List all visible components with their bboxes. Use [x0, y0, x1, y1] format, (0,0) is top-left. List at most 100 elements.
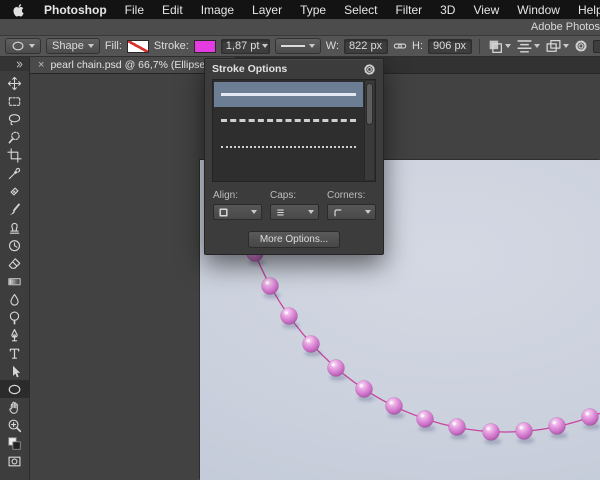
chevron-down-icon	[262, 44, 269, 48]
menu-photoshop[interactable]: Photoshop	[35, 3, 116, 17]
align-edges-checkbox[interactable]	[593, 39, 600, 53]
quick-selection-tool[interactable]	[0, 128, 29, 146]
chevron-down-icon	[308, 44, 315, 48]
ellipse-preset-icon	[11, 39, 25, 53]
solid-line-preview	[221, 93, 356, 96]
caps-dropdown-label: Caps:	[270, 190, 297, 201]
stroke-type-preview	[280, 45, 305, 47]
height-label: H:	[412, 40, 424, 52]
menu-view[interactable]: View	[464, 3, 508, 17]
menu-window[interactable]: Window	[508, 3, 569, 17]
caps-icon	[275, 207, 286, 218]
menu-layer[interactable]: Layer	[243, 3, 291, 17]
stroke-caps-select[interactable]	[270, 204, 319, 220]
menu-edit[interactable]: Edit	[153, 3, 192, 17]
document-tab-title: pearl chain.psd @ 66,7% (Ellipse 1, P	[50, 59, 227, 71]
dashed-line-preview	[221, 119, 356, 122]
stroke-options-panel: Stroke Options Align: Caps: Corners: Mor…	[204, 58, 384, 255]
apple-icon[interactable]	[12, 3, 25, 17]
panel-header: Stroke Options	[205, 59, 383, 79]
panel-title: Stroke Options	[212, 63, 288, 75]
stroke-align-select[interactable]	[213, 204, 262, 220]
scrollbar-thumb[interactable]	[366, 83, 373, 125]
path-alignment-button[interactable]	[516, 38, 533, 55]
menu-help[interactable]: Help	[569, 3, 600, 17]
align-dropdown-label: Align:	[213, 190, 239, 201]
stroke-type-select[interactable]	[274, 38, 321, 54]
marquee-tool[interactable]	[0, 92, 29, 110]
photoshop-window: { "menu_bar": { "items": [ {"label":"Pho…	[0, 0, 600, 480]
blur-tool[interactable]	[0, 290, 29, 308]
scrollbar[interactable]	[364, 81, 374, 180]
panel-controls: Align: Caps: Corners:	[205, 182, 383, 220]
geometry-options-gear-icon[interactable]	[574, 39, 588, 53]
chevron-down-icon	[563, 44, 570, 48]
brush-tool[interactable]	[0, 200, 29, 218]
stroke-label: Stroke:	[153, 40, 189, 52]
fill-swatch[interactable]	[126, 39, 149, 53]
tool-mode-select[interactable]: Shape	[46, 38, 100, 54]
pen-tool[interactable]	[0, 326, 29, 344]
foreground-background-colors[interactable]	[0, 434, 29, 452]
close-icon[interactable]: ×	[38, 59, 44, 71]
collapse-panel[interactable]	[0, 57, 29, 71]
link-dimensions-icon[interactable]	[393, 39, 407, 53]
menu-items: Photoshop File Edit Image Layer Type Select Fil…	[35, 3, 600, 17]
shape-height-input[interactable]: 906 px	[428, 38, 473, 54]
hand-tool[interactable]	[0, 398, 29, 416]
chevron-down-icon	[505, 44, 512, 48]
stroke-style-dashed[interactable]	[214, 108, 363, 133]
corners-icon	[332, 207, 343, 218]
history-brush-tool[interactable]	[0, 236, 29, 254]
chevron-down-icon	[87, 44, 94, 48]
tool-mode-value: Shape	[52, 40, 84, 52]
dotted-line-preview	[221, 145, 356, 148]
menu-filter[interactable]: Filter	[386, 3, 431, 17]
tool-preset-picker[interactable]	[5, 38, 41, 54]
menu-select[interactable]: Select	[335, 3, 386, 17]
eraser-tool[interactable]	[0, 254, 29, 272]
eyedropper-tool[interactable]	[0, 164, 29, 182]
stroke-style-list	[212, 79, 376, 182]
menu-3d[interactable]: 3D	[431, 3, 464, 17]
options-bar: Shape Fill: Stroke: 1,87 pt W: 822 px H:…	[0, 36, 600, 57]
stroke-style-solid[interactable]	[214, 82, 363, 107]
stroke-style-dotted[interactable]	[214, 134, 363, 159]
clone-stamp-tool[interactable]	[0, 218, 29, 236]
pearls	[246, 244, 600, 445]
lasso-tool[interactable]	[0, 110, 29, 128]
stroke-swatch[interactable]	[193, 39, 216, 53]
gradient-tool[interactable]	[0, 272, 29, 290]
more-options-button[interactable]: More Options...	[247, 231, 341, 248]
path-operations-button[interactable]	[487, 38, 504, 55]
tools-panel	[0, 57, 30, 480]
menu-file[interactable]: File	[116, 3, 153, 17]
chevron-down-icon	[29, 44, 35, 48]
healing-brush-tool[interactable]	[0, 182, 29, 200]
panel-gear-icon[interactable]	[363, 63, 376, 76]
quick-mask-button[interactable]	[0, 452, 29, 470]
chevron-down-icon	[534, 44, 541, 48]
chevron-down-icon	[251, 210, 257, 214]
chevron-down-icon	[308, 210, 314, 214]
shape-width-input[interactable]: 822 px	[344, 38, 389, 54]
width-label: W:	[325, 40, 340, 52]
shape-height-value: 906 px	[433, 40, 467, 52]
separator	[479, 38, 481, 54]
ellipse-shape-tool[interactable]	[0, 380, 29, 398]
stroke-width-value: 1,87 pt	[225, 40, 260, 52]
stroke-width-input[interactable]: 1,87 pt	[220, 38, 270, 54]
menu-type[interactable]: Type	[291, 3, 335, 17]
menu-bar: Photoshop File Edit Image Layer Type Select Fil…	[0, 0, 600, 19]
align-center-icon	[218, 207, 229, 218]
stroke-corners-select[interactable]	[327, 204, 376, 220]
crop-tool[interactable]	[0, 146, 29, 164]
dodge-tool[interactable]	[0, 308, 29, 326]
move-tool[interactable]	[0, 74, 29, 92]
chevron-down-icon	[365, 210, 371, 214]
menu-image[interactable]: Image	[192, 3, 243, 17]
path-selection-tool[interactable]	[0, 362, 29, 380]
path-arrangement-button[interactable]	[545, 38, 562, 55]
type-tool[interactable]	[0, 344, 29, 362]
zoom-tool[interactable]	[0, 416, 29, 434]
